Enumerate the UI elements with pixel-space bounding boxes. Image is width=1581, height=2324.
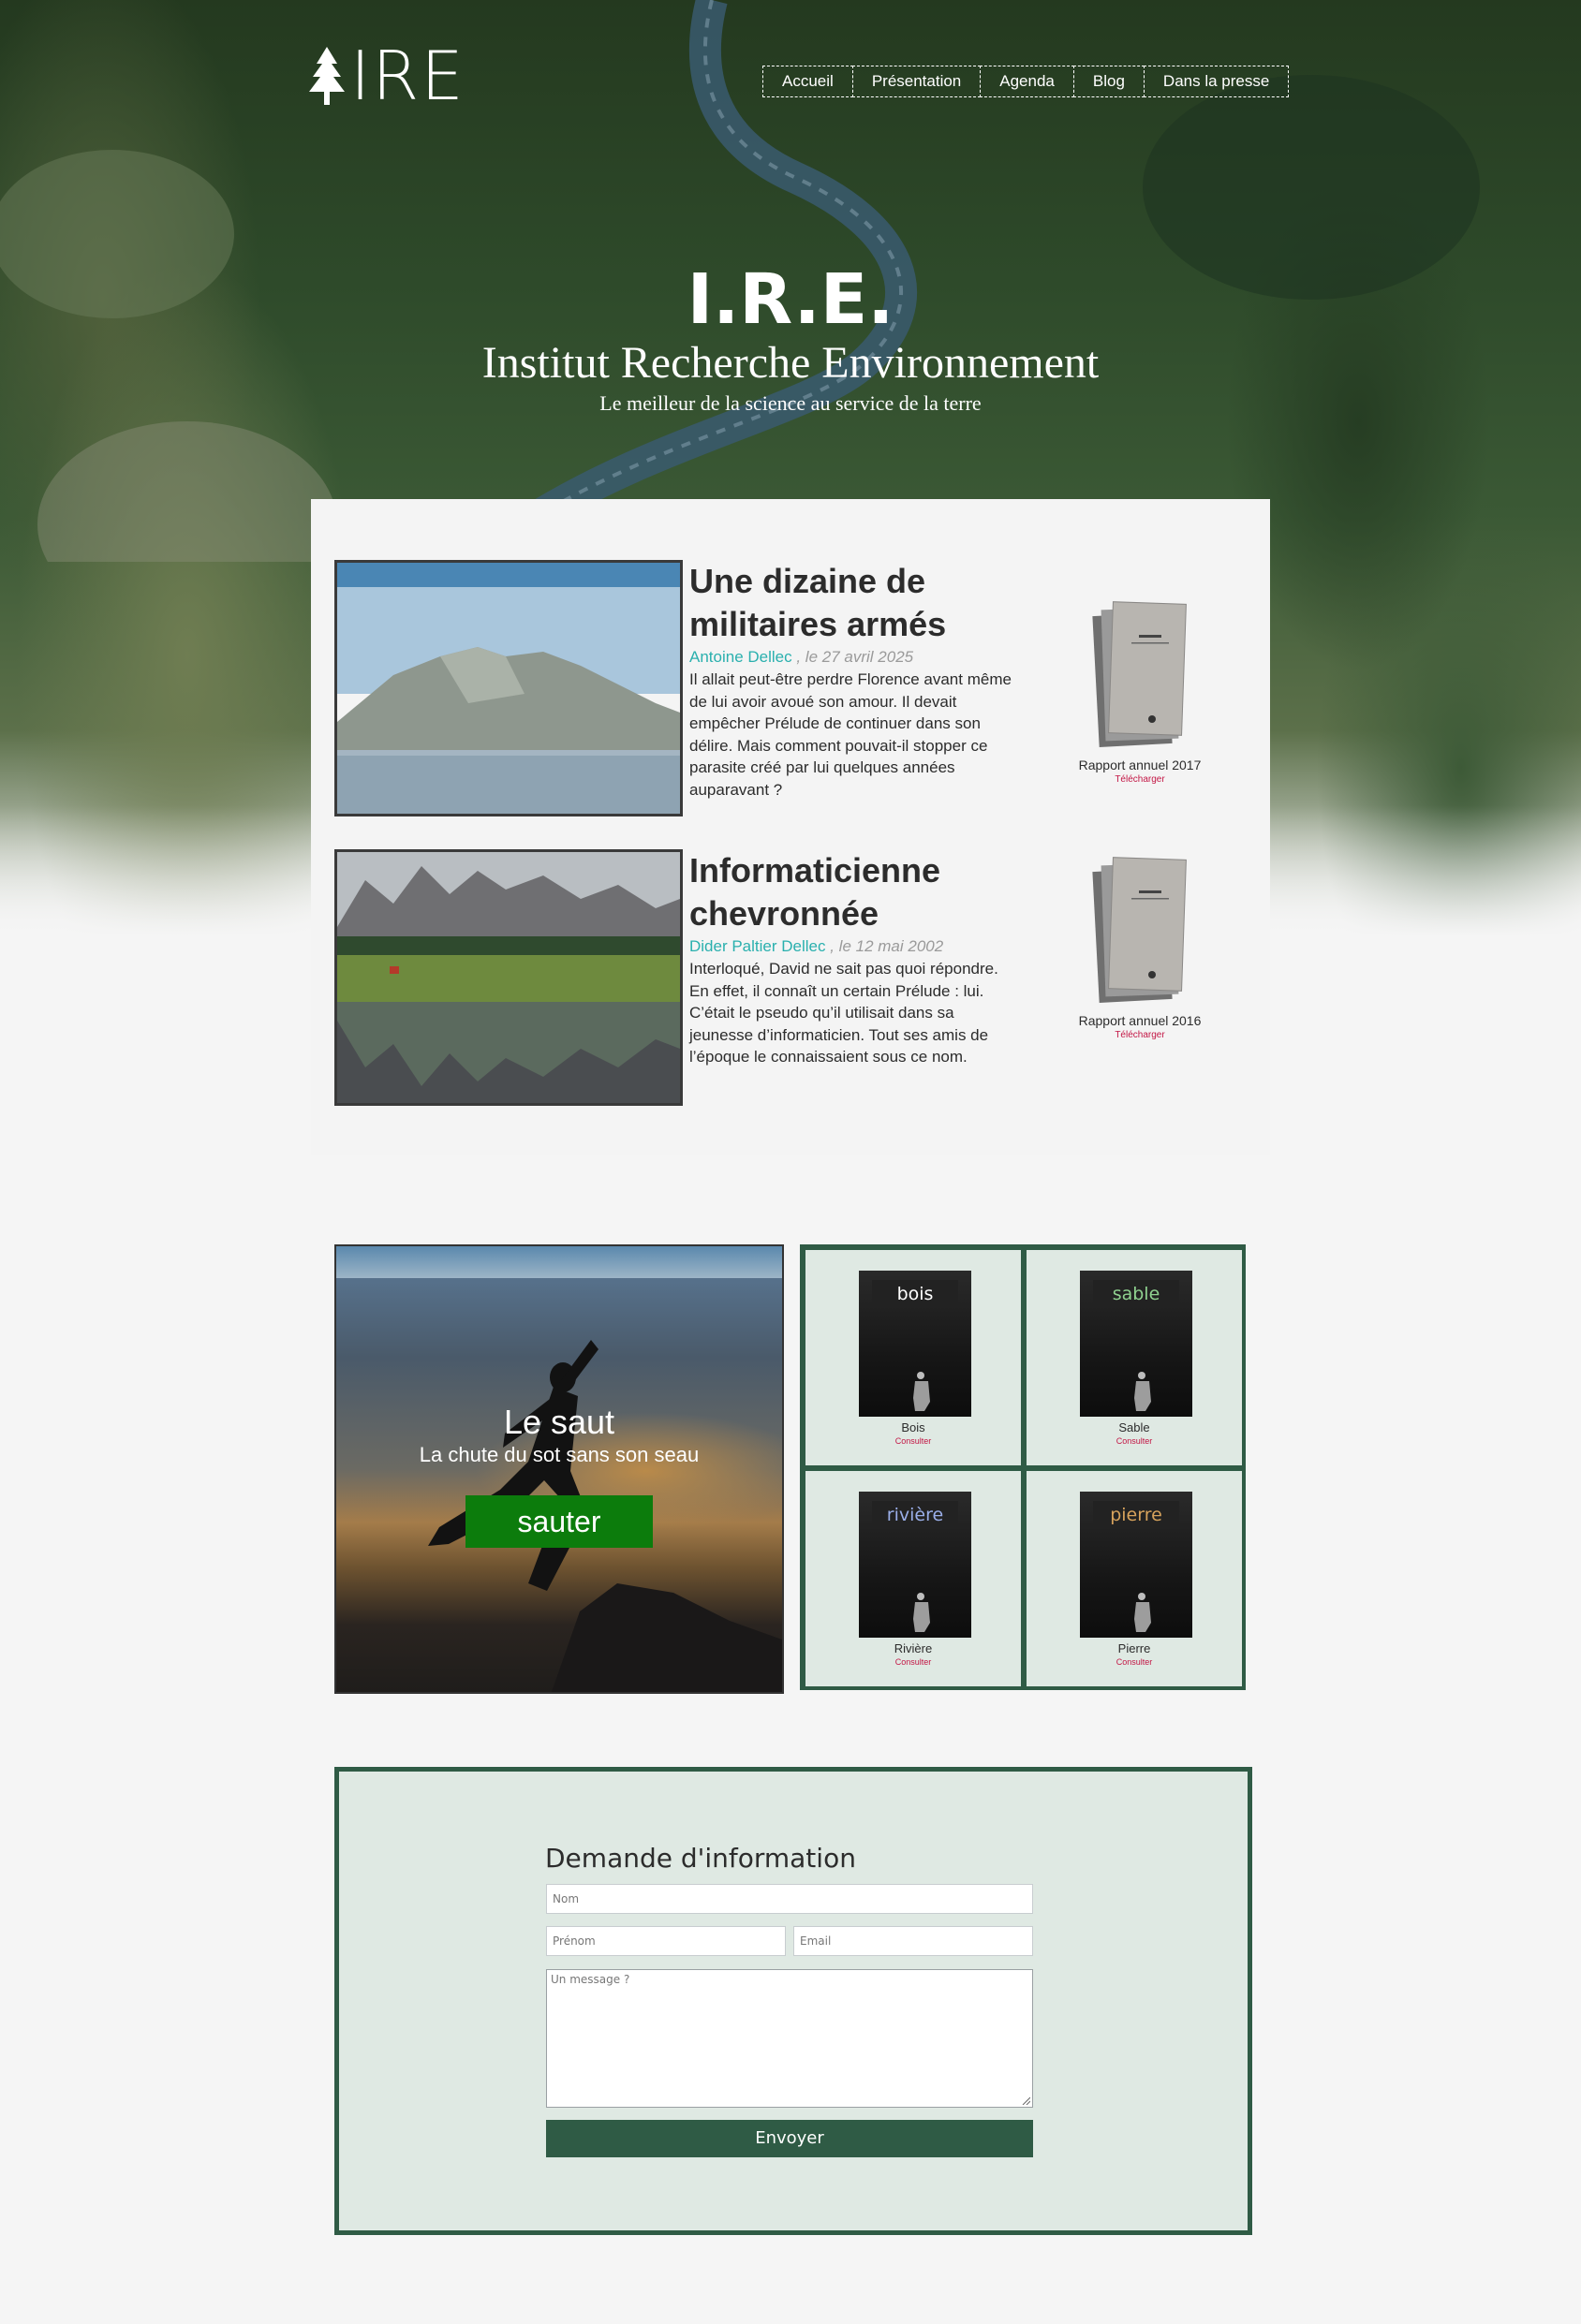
article-author[interactable]: Dider Paltier Dellec	[689, 937, 826, 955]
resize-handle-icon[interactable]	[1021, 2096, 1030, 2105]
book-card-bois[interactable]: bois Bois Consulter	[805, 1250, 1021, 1465]
hero-title: Institut Recherche Environnement	[481, 338, 1100, 388]
book-consult-link[interactable]: Consulter	[805, 1435, 1021, 1447]
article-author[interactable]: Antoine Dellec	[689, 648, 792, 666]
report-booklet-icon	[1092, 857, 1187, 1003]
jump-card: Le saut La chute du sot sans son seau sa…	[334, 1244, 784, 1694]
report-download-link[interactable]: Télécharger	[1065, 1029, 1215, 1042]
firstname-input[interactable]: Prénom	[546, 1926, 786, 1956]
hero-heading: I.R.E. Institut Recherche Environnement …	[0, 262, 1581, 418]
book-card-riviere[interactable]: rivière Rivière Consulter	[805, 1471, 1021, 1686]
book-cover: rivière	[859, 1492, 971, 1638]
book-label: Bois	[901, 1420, 925, 1434]
report-label: Rapport annuel 2016	[1078, 1013, 1202, 1028]
article-card: Informaticienne chevronnée Dider Paltier…	[334, 849, 1009, 1106]
book-consult-link[interactable]: Consulter	[805, 1656, 1021, 1668]
article-title[interactable]: Une dizaine de militaires armés	[689, 560, 1017, 646]
article-title[interactable]: Informaticienne chevronnée	[689, 849, 1017, 935]
person-figure-icon	[1134, 1593, 1151, 1632]
submit-button[interactable]: Envoyer	[546, 2120, 1033, 2157]
report-booklet-icon	[1092, 601, 1187, 747]
article-card: Une dizaine de militaires armés Antoine …	[334, 560, 1012, 816]
nav-accueil[interactable]: Accueil	[762, 66, 853, 97]
hero-tagline: Le meilleur de la science au service de …	[599, 391, 982, 415]
book-consult-link[interactable]: Consulter	[1027, 1656, 1242, 1668]
article-date: , le 27 avril 2025	[796, 648, 914, 666]
contact-form: Demande d'information Nom Prénom Email U…	[334, 1767, 1252, 2235]
nav-presentation[interactable]: Présentation	[851, 66, 982, 97]
nav-agenda[interactable]: Agenda	[980, 66, 1074, 97]
person-figure-icon	[913, 1593, 930, 1632]
email-input[interactable]: Email	[793, 1926, 1033, 1956]
report-card: Rapport annuel 2017 Télécharger	[1065, 597, 1215, 787]
logo-text: IRE	[350, 37, 465, 115]
article-body: Il allait peut-être perdre Florence avan…	[689, 670, 1012, 799]
hero-abbr: I.R.E.	[687, 259, 894, 340]
book-cover: sable	[1080, 1271, 1192, 1417]
article-meta: Dider Paltier Dellec , le 12 mai 2002	[689, 935, 1017, 958]
main-nav: Accueil Présentation Agenda Blog Dans la…	[762, 66, 1290, 97]
jump-subtitle: La chute du sot sans son seau	[419, 1443, 700, 1466]
alpine-meadow-picture	[337, 852, 680, 1103]
person-figure-icon	[913, 1372, 930, 1411]
article-text: Informaticienne chevronnée Dider Paltier…	[689, 849, 1017, 1068]
book-consult-link[interactable]: Consulter	[1027, 1435, 1242, 1447]
jump-button[interactable]: sauter	[465, 1495, 653, 1548]
report-card: Rapport annuel 2016 Télécharger	[1065, 853, 1215, 1042]
article-body: Interloqué, David ne sait pas quoi répon…	[689, 960, 998, 1066]
message-placeholder: Un message ?	[551, 1973, 630, 1986]
book-card-sable[interactable]: sable Sable Consulter	[1027, 1250, 1242, 1465]
message-textarea[interactable]: Un message ?	[546, 1969, 1033, 2108]
article-image-mountain-lake[interactable]	[334, 560, 683, 816]
jumping-man-silhouette	[428, 1340, 782, 1692]
articles-panel: Une dizaine de militaires armés Antoine …	[311, 499, 1270, 1155]
report-label: Rapport annuel 2017	[1078, 758, 1202, 772]
tree-icon	[309, 47, 345, 105]
article-meta: Antoine Dellec , le 27 avril 2025	[689, 646, 1017, 669]
article-image-alpine-meadow[interactable]	[334, 849, 683, 1106]
form-title: Demande d'information	[545, 1843, 856, 1874]
jump-title: Le saut	[503, 1403, 615, 1441]
name-input[interactable]: Nom	[546, 1884, 1033, 1914]
books-grid: bois Bois Consulter sable Sable Consulte…	[800, 1244, 1246, 1690]
book-label: Sable	[1118, 1420, 1150, 1434]
report-download-link[interactable]: Télécharger	[1065, 773, 1215, 787]
book-cover: pierre	[1080, 1492, 1192, 1638]
article-date: , le 12 mai 2002	[830, 937, 944, 955]
book-label: Pierre	[1117, 1641, 1151, 1655]
nav-presse[interactable]: Dans la presse	[1143, 66, 1290, 97]
mountain-lake-picture	[337, 563, 680, 814]
person-figure-icon	[1134, 1372, 1151, 1411]
book-label: Rivière	[894, 1641, 933, 1655]
site-logo[interactable]: IRE	[309, 37, 465, 115]
book-card-pierre[interactable]: pierre Pierre Consulter	[1027, 1471, 1242, 1686]
article-text: Une dizaine de militaires armés Antoine …	[689, 560, 1017, 801]
nav-blog[interactable]: Blog	[1072, 66, 1145, 97]
book-cover: bois	[859, 1271, 971, 1417]
